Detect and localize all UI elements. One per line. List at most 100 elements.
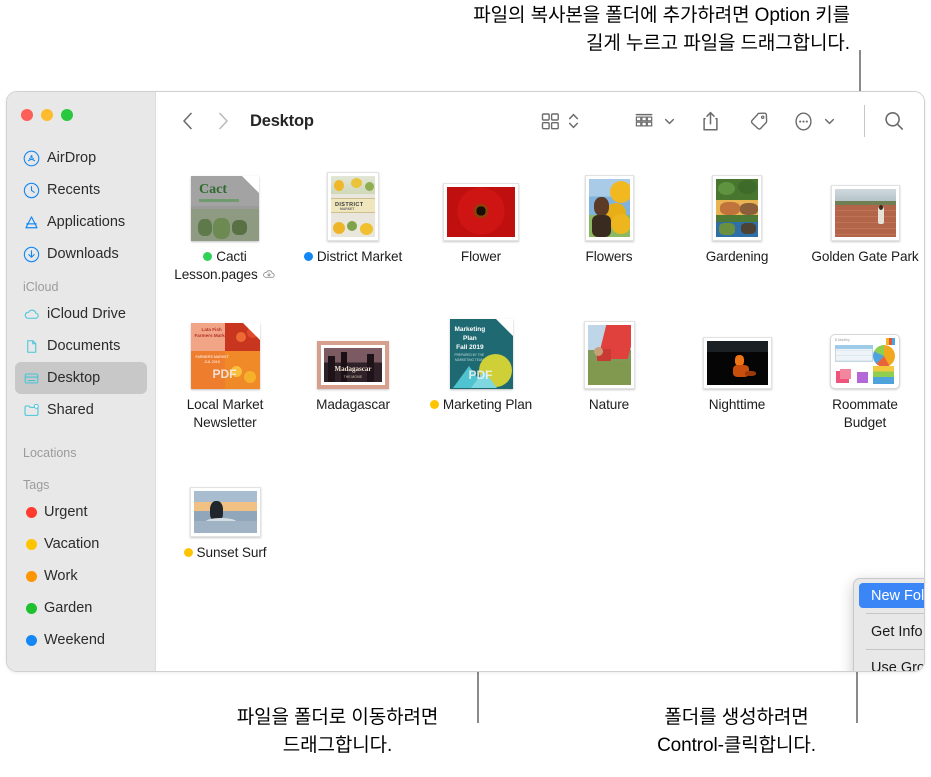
file-name: Flower xyxy=(460,249,502,264)
view-mode-control[interactable] xyxy=(541,111,579,131)
file-name: Marketing Plan xyxy=(442,397,533,412)
sidebar-item-label: Downloads xyxy=(47,246,119,262)
sidebar-item-recents[interactable]: Recents xyxy=(15,174,147,206)
sidebar-item-documents[interactable]: Documents xyxy=(15,330,147,362)
menu-item-new-folder[interactable]: New Folder xyxy=(859,583,924,608)
search-button[interactable] xyxy=(883,110,905,132)
tag-color-dot xyxy=(26,570,37,582)
file-item[interactable]: Lata Fish Farmers Market FARMERS MARKET JU… xyxy=(161,311,289,432)
chevron-down-icon[interactable] xyxy=(664,117,675,126)
document-icon xyxy=(23,338,40,355)
sidebar-item-downloads[interactable]: Downloads xyxy=(15,238,147,270)
file-name: Cacti Lesson.pages xyxy=(174,249,258,282)
toolbar-separator xyxy=(864,105,865,137)
file-name: Golden Gate Park xyxy=(811,249,919,264)
file-item[interactable]: Nature xyxy=(545,311,673,414)
group-by-control[interactable] xyxy=(634,112,675,131)
tag-color-dot xyxy=(26,506,37,518)
sidebar-item-label: Documents xyxy=(47,338,121,354)
minimize-button[interactable] xyxy=(41,109,53,121)
callout-top: 파일의 복사본을 폴더에 추가하려면 Option 키를 길게 누르고 파일을 … xyxy=(473,5,850,54)
more-actions-control[interactable] xyxy=(793,111,835,132)
sidebar-item-applications[interactable]: Applications xyxy=(15,206,147,238)
menu-separator xyxy=(866,613,924,614)
breadcrumb[interactable]: Desktop xyxy=(250,112,314,131)
file-thumbnail xyxy=(161,459,289,537)
sidebar-section-locations: Locations xyxy=(23,446,77,460)
file-tag-dot xyxy=(203,251,213,261)
file-item[interactable]: Gardening xyxy=(673,163,801,266)
file-name: Local Market Newsletter xyxy=(186,397,264,430)
downloads-icon xyxy=(23,246,40,263)
file-name: Nighttime xyxy=(708,397,766,412)
sidebar-tag-garden[interactable]: Garden xyxy=(15,592,147,624)
file-thumbnail xyxy=(673,311,801,389)
file-item[interactable]: Sunset Surf xyxy=(161,459,289,562)
file-name: Nature xyxy=(588,397,630,412)
sidebar-icloud-list: iCloud Drive Documents Desktop Shared xyxy=(7,298,155,426)
more-actions-icon[interactable] xyxy=(793,111,814,132)
menu-item-label: Get Info xyxy=(871,623,923,640)
tag-button[interactable] xyxy=(747,111,769,132)
sidebar-item-label: Weekend xyxy=(44,632,105,648)
grid-view-icon[interactable] xyxy=(541,112,560,131)
close-button[interactable] xyxy=(21,109,33,121)
sidebar-item-label: AirDrop xyxy=(47,150,97,166)
sidebar-item-shared[interactable]: Shared xyxy=(15,394,147,426)
file-tag-dot xyxy=(183,547,193,557)
sidebar-tag-urgent[interactable]: Urgent xyxy=(15,496,147,528)
file-label: Local Market Newsletter xyxy=(161,396,289,432)
sidebar-tag-weekend[interactable]: Weekend xyxy=(15,624,147,656)
file-item[interactable]: Golden Gate Park xyxy=(801,163,924,266)
chevron-down-icon[interactable] xyxy=(824,117,835,126)
sidebar-item-label: Work xyxy=(44,568,78,584)
chevron-up-down-icon[interactable] xyxy=(568,111,579,131)
file-label: Gardening xyxy=(673,248,801,266)
finder-window: AirDrop Recents Applications Downloads i… xyxy=(6,91,925,672)
sidebar-item-label: Shared xyxy=(47,402,94,418)
file-item[interactable]: Flowers xyxy=(545,163,673,266)
file-item[interactable]: Flower xyxy=(417,163,545,266)
file-tag-dot xyxy=(303,251,313,261)
callout-bottom-left: 파일을 폴더로 이동하려면 드래그합니다. xyxy=(236,707,439,756)
file-label: Cacti Lesson.pages xyxy=(161,248,289,284)
menu-item-get-info[interactable]: Get Info xyxy=(859,619,924,644)
back-button[interactable] xyxy=(174,108,200,134)
tag-color-dot xyxy=(26,634,37,646)
applications-icon xyxy=(23,214,40,231)
sidebar-item-label: iCloud Drive xyxy=(47,306,126,322)
icloud-download-icon xyxy=(262,266,276,284)
menu-item-label: Use Groups xyxy=(871,659,925,672)
file-name: District Market xyxy=(316,249,403,264)
desktop-icon xyxy=(23,370,40,387)
file-thumbnail: Cact xyxy=(161,163,289,241)
sidebar-item-label: Urgent xyxy=(44,504,88,520)
forward-button[interactable] xyxy=(210,108,236,134)
sidebar-item-icloud-drive[interactable]: iCloud Drive xyxy=(15,298,147,330)
share-button[interactable] xyxy=(701,111,720,132)
sidebar-tag-vacation[interactable]: Vacation xyxy=(15,528,147,560)
sidebar-item-airdrop[interactable]: AirDrop xyxy=(15,142,147,174)
sidebar-tag-work[interactable]: Work xyxy=(15,560,147,592)
file-thumbnail xyxy=(545,311,673,389)
file-thumbnail: DISTRICT MARKET xyxy=(289,163,417,241)
group-by-icon[interactable] xyxy=(634,112,654,131)
file-name: Roommate Budget xyxy=(832,397,898,430)
file-label: Roommate Budget xyxy=(801,396,924,432)
file-label: Flower xyxy=(417,248,545,266)
zoom-button[interactable] xyxy=(61,109,73,121)
file-item[interactable]: $ Monthly Roommate Budget xyxy=(801,311,924,432)
file-thumbnail xyxy=(545,163,673,241)
menu-item-use-groups[interactable]: Use Groups xyxy=(859,655,925,672)
file-thumbnail xyxy=(417,163,545,241)
sidebar-tags-list: Urgent Vacation Work Garden Weekend xyxy=(7,496,155,656)
sidebar-item-desktop[interactable]: Desktop xyxy=(15,362,147,394)
file-item[interactable]: Cact Cacti Lesson.pages xyxy=(161,163,289,284)
file-item[interactable]: Marketing Plan Fall 2019 PREPARED BY THE MA… xyxy=(417,311,545,414)
file-item[interactable]: DISTRICT MARKET District Market xyxy=(289,163,417,266)
file-item[interactable]: Nighttime xyxy=(673,311,801,414)
file-item[interactable]: Madagascar THE MOVIE Madagascar xyxy=(289,311,417,414)
file-thumbnail xyxy=(673,163,801,241)
file-thumbnail: Lata Fish Farmers Market FARMERS MARKET JU… xyxy=(161,311,289,389)
file-thumbnail xyxy=(801,163,924,241)
